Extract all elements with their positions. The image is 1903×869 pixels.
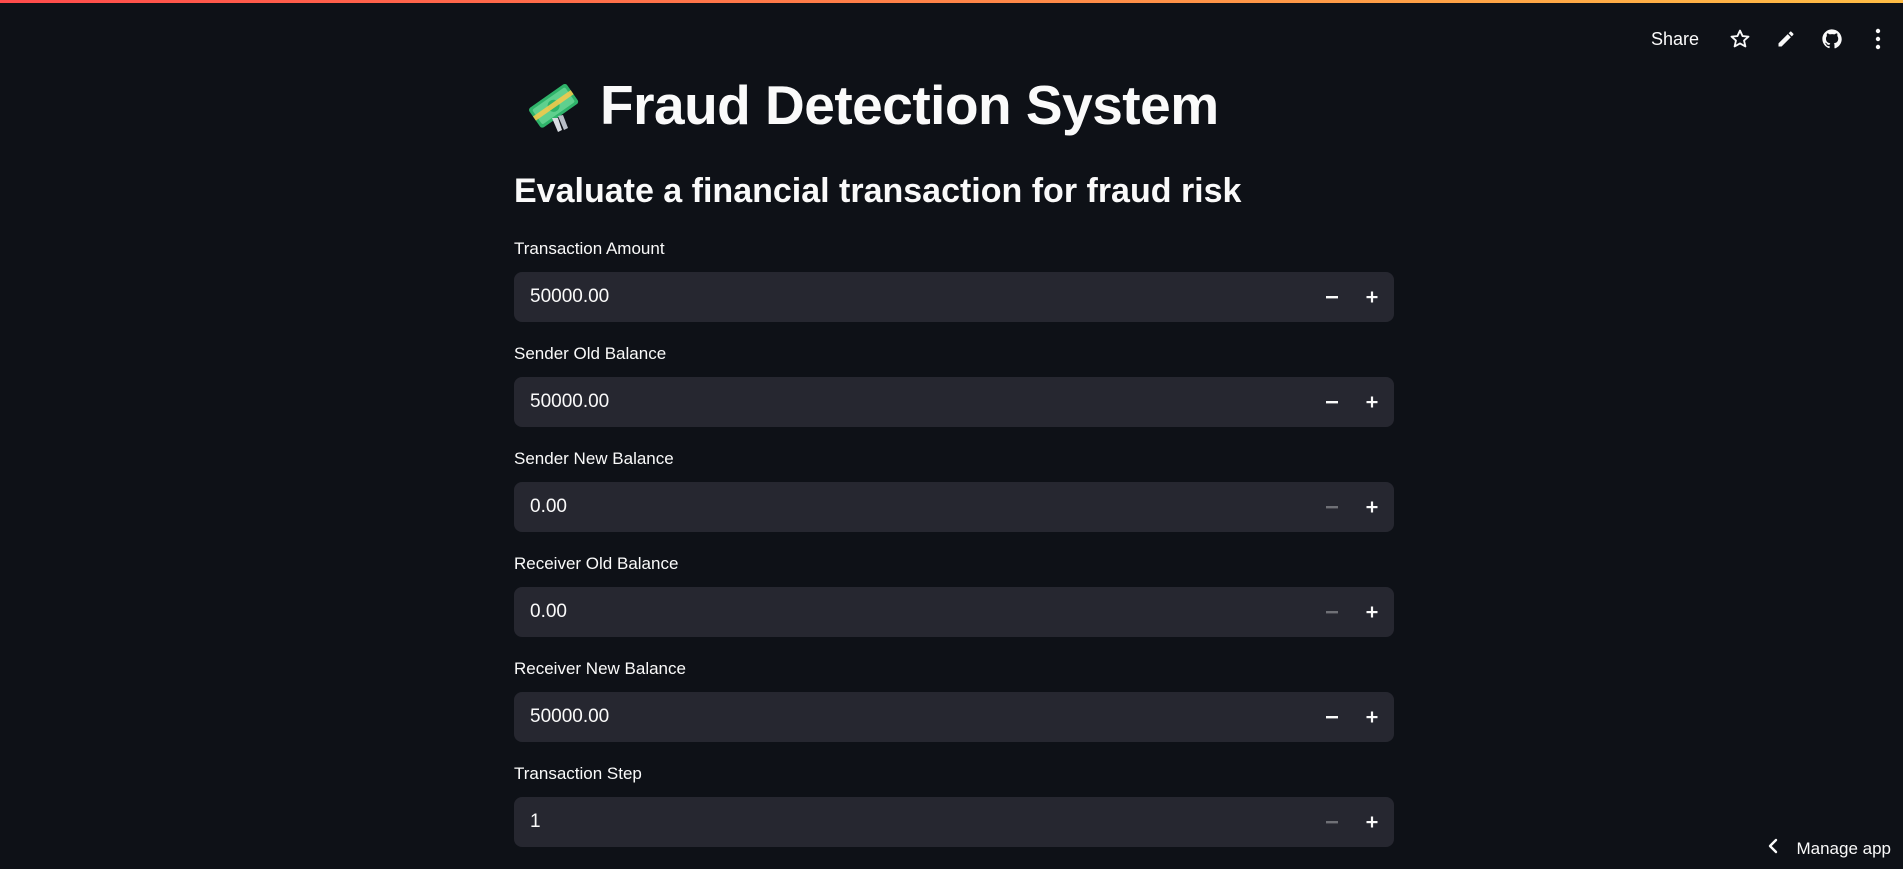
decrement-button[interactable] [1312, 272, 1352, 322]
chevron-left-icon [1768, 838, 1778, 859]
page-title-row: Fraud Detection System [522, 72, 1219, 138]
field-label: Transaction Amount [514, 239, 665, 258]
app-toolbar: Share [1651, 22, 1903, 56]
manage-app-button[interactable]: Manage app [1768, 838, 1891, 859]
increment-button[interactable] [1352, 587, 1392, 637]
number-input-value[interactable]: 50000.00 [514, 391, 1312, 413]
number-input-value[interactable]: 50000.00 [514, 706, 1312, 728]
increment-button[interactable] [1352, 482, 1392, 532]
field-sender-new-balance: Sender New Balance 0.00 [514, 447, 1394, 532]
page-subtitle: Evaluate a financial transaction for fra… [514, 172, 1242, 210]
number-input-value[interactable]: 0.00 [514, 496, 1312, 518]
number-input: 0.00 [514, 482, 1394, 532]
field-receiver-new-balance: Receiver New Balance 50000.00 [514, 657, 1394, 742]
field-label: Sender Old Balance [514, 344, 667, 363]
number-input: 0.00 [514, 587, 1394, 637]
field-receiver-old-balance: Receiver Old Balance 0.00 [514, 552, 1394, 637]
field-label: Transaction Step [514, 764, 642, 783]
number-input-value[interactable]: 0.00 [514, 601, 1312, 623]
number-input-value[interactable]: 50000.00 [514, 286, 1312, 308]
decrement-button[interactable] [1312, 587, 1352, 637]
increment-button[interactable] [1352, 692, 1392, 742]
decrement-button[interactable] [1312, 797, 1352, 847]
number-input-value[interactable]: 1 [514, 811, 1312, 833]
increment-button[interactable] [1352, 377, 1392, 427]
number-input: 50000.00 [514, 692, 1394, 742]
field-label: Receiver New Balance [514, 659, 686, 678]
github-icon[interactable] [1815, 22, 1849, 56]
decrement-button[interactable] [1312, 377, 1352, 427]
field-sender-old-balance: Sender Old Balance 50000.00 [514, 342, 1394, 427]
field-transaction-amount: Transaction Amount 50000.00 [514, 237, 1394, 322]
number-input: 50000.00 [514, 272, 1394, 322]
field-label: Receiver Old Balance [514, 554, 679, 573]
page-title: Fraud Detection System [600, 74, 1219, 136]
number-input: 1 [514, 797, 1394, 847]
share-button[interactable]: Share [1651, 29, 1699, 50]
decrement-button[interactable] [1312, 692, 1352, 742]
field-label: Sender New Balance [514, 449, 674, 468]
top-decoration-bar [0, 0, 1903, 3]
decrement-button[interactable] [1312, 482, 1352, 532]
manage-app-label: Manage app [1796, 838, 1891, 858]
number-input: 50000.00 [514, 377, 1394, 427]
star-icon[interactable] [1723, 22, 1757, 56]
kebab-menu-icon[interactable] [1861, 22, 1895, 56]
increment-button[interactable] [1352, 797, 1392, 847]
money-with-wings-icon [522, 74, 584, 136]
pencil-icon[interactable] [1769, 22, 1803, 56]
field-transaction-step: Transaction Step 1 [514, 762, 1394, 847]
increment-button[interactable] [1352, 272, 1392, 322]
